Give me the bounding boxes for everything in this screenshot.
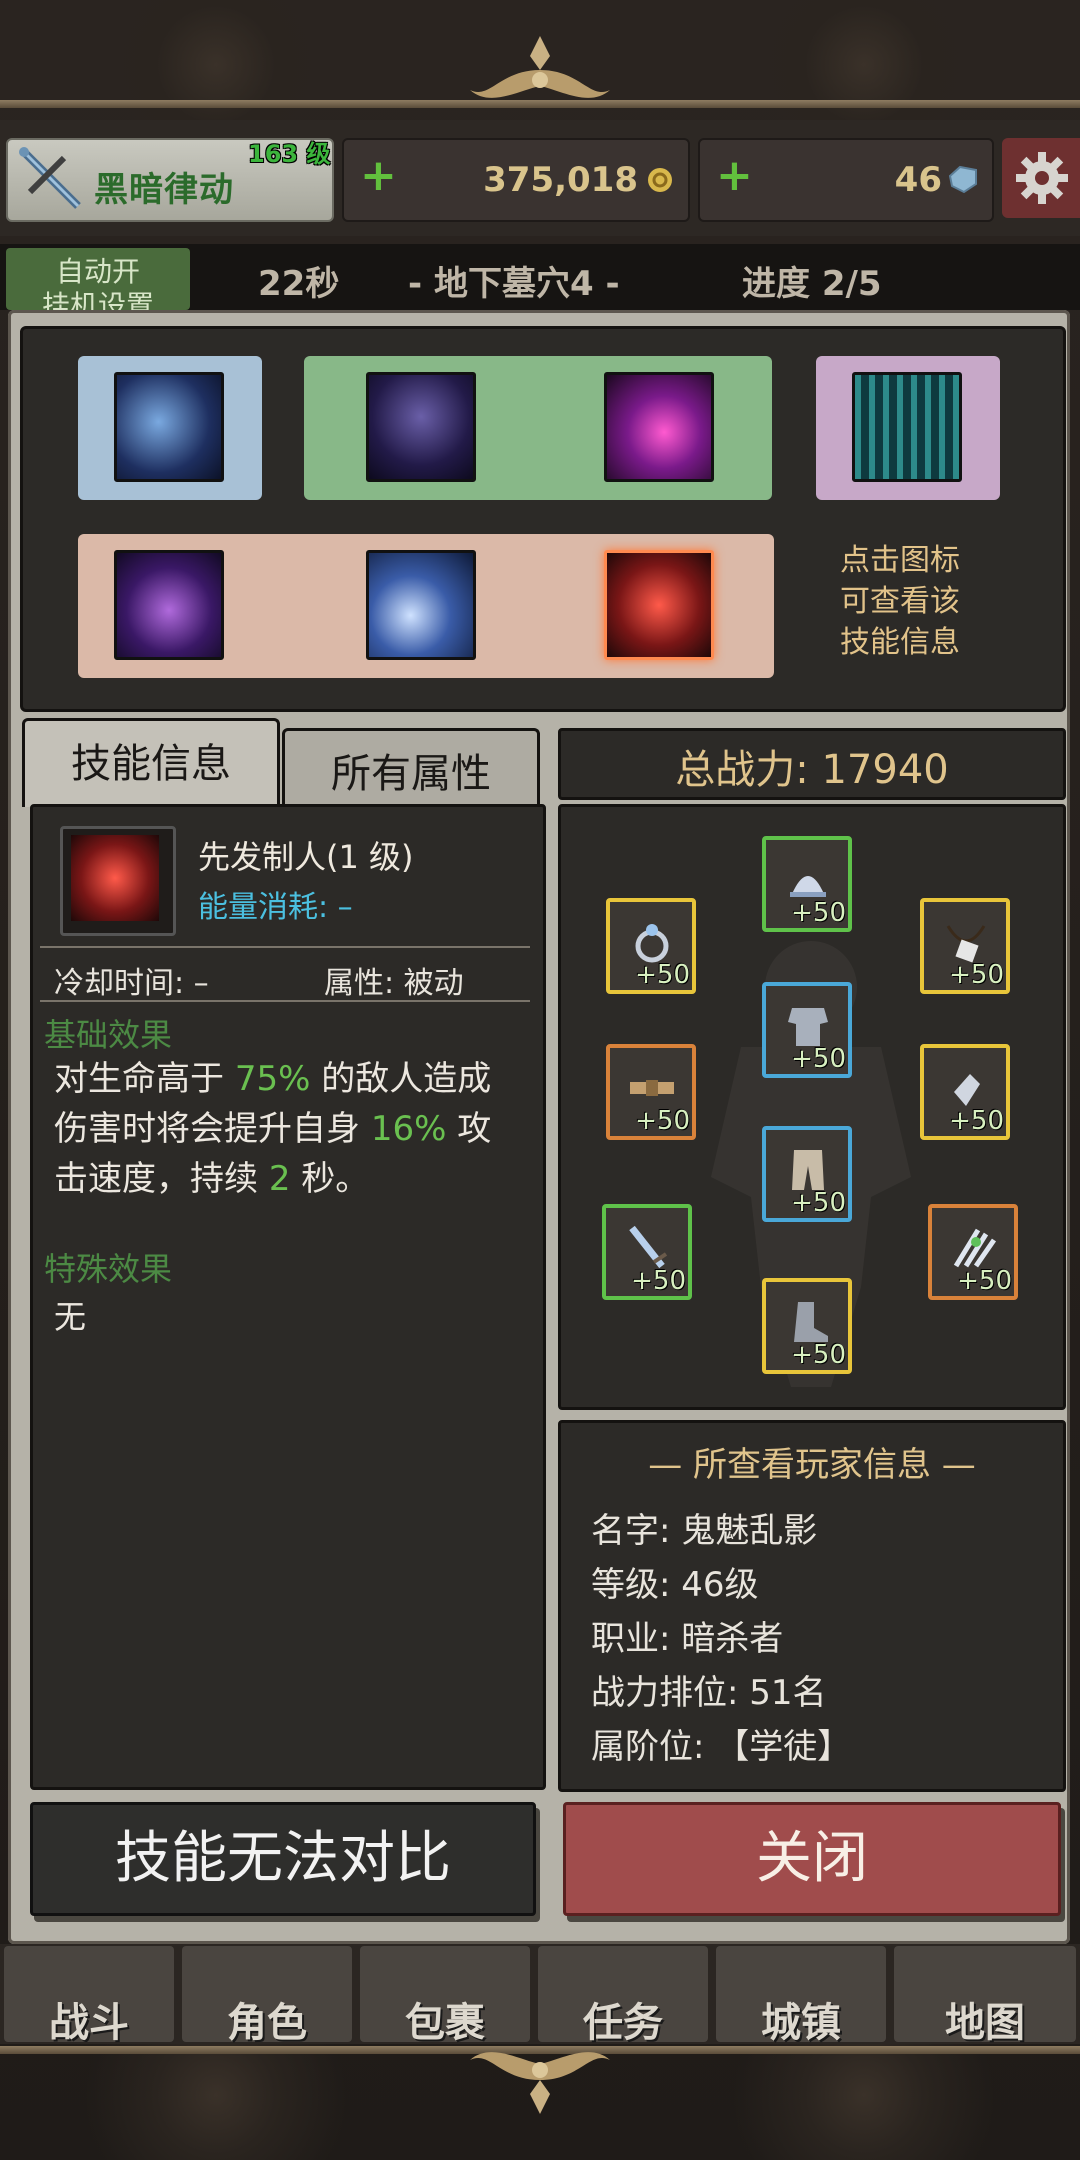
nav-map[interactable]: 地图 — [894, 1946, 1076, 2046]
equip-bonus: +50 — [957, 1266, 1012, 1296]
ornament-top-icon — [470, 36, 610, 98]
skill-icon-4[interactable] — [852, 372, 962, 482]
player-tier: 属阶位: 【学徒】 — [591, 1727, 852, 1767]
total-power-label: 总战力: 17940 — [675, 747, 949, 793]
hint-line-1: 点击图标 — [840, 543, 960, 578]
sword-icon — [19, 147, 81, 209]
separator — [40, 1000, 530, 1002]
nav-battle[interactable]: 战斗 — [4, 1946, 174, 2046]
equip-slot-pants[interactable]: +50 — [762, 1126, 852, 1222]
hint-line-2: 可查看该 — [840, 584, 960, 619]
nav-label: 地图 — [945, 2000, 1025, 2046]
gear-icon — [1016, 152, 1068, 204]
location-text: - 地下墓穴4 - — [408, 264, 620, 304]
nav-label: 战斗 — [49, 2000, 129, 2046]
equip-bonus: +50 — [949, 1106, 1004, 1136]
nav-quest[interactable]: 任务 — [538, 1946, 708, 2046]
special-effect-text: 无 — [54, 1298, 87, 1336]
effect-value: 2 — [268, 1159, 291, 1199]
compare-skills-button[interactable]: 技能无法对比 — [30, 1802, 536, 1916]
tab-skill-info[interactable]: 技能信息 — [22, 718, 280, 807]
skill-info-panel — [30, 804, 546, 1790]
base-effect-text: 对生命高于 75% 的敌人造成伤害时将会提升自身 16% 攻击速度，持续 2 秒… — [54, 1054, 524, 1204]
hint-line-3: 技能信息 — [840, 625, 960, 660]
gem-value: 46 — [894, 160, 942, 200]
skill-icon-3[interactable] — [604, 372, 714, 482]
equip-slot-ring[interactable]: +50 — [606, 898, 696, 994]
player-info-panel: — 所查看玩家信息 — 名字: 鬼魅乱影 等级: 46级 职业: 暗杀者 战力排… — [558, 1420, 1066, 1792]
player-class: 职业: 暗杀者 — [591, 1619, 784, 1659]
effect-value: 75% — [234, 1059, 311, 1099]
selected-skill-icon — [60, 826, 176, 936]
progress-text: 进度 2/5 — [742, 264, 882, 304]
auto-idle-button[interactable]: 自动开 挂机设置 — [6, 248, 190, 310]
player-name: 名字: 鬼魅乱影 — [591, 1511, 818, 1551]
skill-icon-1[interactable] — [114, 372, 224, 482]
nav-bag[interactable]: 包裹 — [360, 1946, 530, 2046]
equip-bonus: +50 — [791, 1044, 846, 1074]
nav-label: 角色 — [227, 2000, 307, 2046]
equip-slot-gloves[interactable]: +50 — [920, 1044, 1010, 1140]
equip-bonus: +50 — [791, 1340, 846, 1370]
gold-box[interactable]: + 375,018 — [342, 138, 690, 222]
effect-text: 对生命高于 — [54, 1059, 235, 1099]
add-gem-icon[interactable]: + — [716, 154, 753, 198]
level-badge: 163 级 — [248, 140, 331, 168]
effect-text: 秒。 — [290, 1159, 370, 1199]
player-info-title: — 所查看玩家信息 — — [648, 1445, 976, 1485]
tab-all-attributes[interactable]: 所有属性 — [282, 728, 540, 807]
skill-icon-5[interactable] — [114, 550, 224, 660]
skill-hint-text: 点击图标 可查看该 技能信息 — [820, 540, 980, 663]
skill-cooldown: 冷却时间: – — [54, 966, 209, 1001]
gold-value: 375,018 — [483, 160, 638, 200]
gem-box[interactable]: + 46 — [698, 138, 994, 222]
nav-character[interactable]: 角色 — [182, 1946, 352, 2046]
equip-bonus: +50 — [631, 1266, 686, 1296]
skill-energy-cost: 能量消耗: – — [198, 890, 353, 925]
divider-top — [0, 100, 1080, 108]
equip-slot-necklace[interactable]: +50 — [920, 898, 1010, 994]
equip-slot-helmet[interactable]: +50 — [762, 836, 852, 932]
equip-slot-boots[interactable]: +50 — [762, 1278, 852, 1374]
nav-town[interactable]: 城镇 — [716, 1946, 886, 2046]
equip-bonus: +50 — [635, 960, 690, 990]
coin-icon — [648, 168, 672, 192]
equip-bonus: +50 — [791, 898, 846, 928]
skill-icon-6[interactable] — [366, 550, 476, 660]
equip-bonus: +50 — [791, 1188, 846, 1218]
player-rank: 战力排位: 51名 — [591, 1673, 827, 1713]
equip-bonus: +50 — [949, 960, 1004, 990]
base-effect-title: 基础效果 — [44, 1016, 173, 1054]
special-effect-title: 特殊效果 — [44, 1250, 173, 1288]
skill-name: 先发制人(1 级) — [198, 838, 414, 876]
ornament-bottom-icon — [470, 2052, 610, 2114]
skill-icon-2[interactable] — [366, 372, 476, 482]
gem-icon — [948, 165, 977, 194]
player-level: 等级: 46级 — [591, 1565, 759, 1605]
close-button[interactable]: 关闭 — [563, 1802, 1061, 1916]
character-button[interactable]: 黑暗律动 163 级 — [6, 138, 334, 222]
timer-text: 22秒 — [258, 264, 340, 304]
skill-icon-7-selected[interactable] — [604, 550, 714, 660]
auto-btn-line2: 挂机设置 — [41, 289, 154, 310]
equip-slot-weapon[interactable]: +50 — [602, 1204, 692, 1300]
nav-label: 城镇 — [761, 2000, 841, 2046]
skill-attribute: 属性: 被动 — [324, 966, 464, 1001]
settings-button[interactable] — [1002, 138, 1080, 218]
effect-value: 16% — [370, 1109, 447, 1149]
total-power-bar: 总战力: 17940 — [558, 728, 1066, 800]
character-name: 黑暗律动 — [94, 170, 234, 210]
equip-bonus: +50 — [635, 1106, 690, 1136]
separator — [40, 946, 530, 948]
equip-slot-belt[interactable]: +50 — [606, 1044, 696, 1140]
add-gold-icon[interactable]: + — [360, 154, 397, 198]
equip-slot-armor[interactable]: +50 — [762, 982, 852, 1078]
equip-slot-offhand[interactable]: +50 — [928, 1204, 1018, 1300]
